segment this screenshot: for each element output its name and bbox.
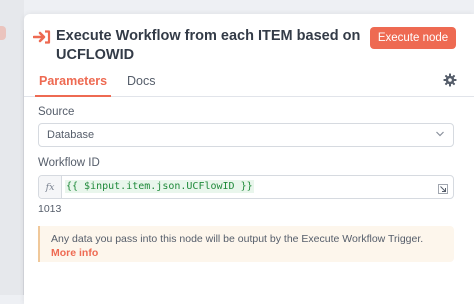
canvas-node-edge xyxy=(0,26,6,40)
node-title[interactable]: Execute Workflow from each ITEM based on… xyxy=(56,27,376,65)
tab-parameters[interactable]: Parameters xyxy=(35,72,112,97)
expression-result: 1013 xyxy=(38,203,62,215)
fx-badge: fx xyxy=(39,176,62,198)
notice-message: Any data you pass into this node will be… xyxy=(51,233,424,245)
execute-node-button[interactable]: Execute node xyxy=(370,27,456,49)
panel-tabs: Parameters Docs xyxy=(24,70,474,97)
gear-icon[interactable] xyxy=(443,73,457,87)
node-settings-panel: Execute Workflow from each ITEM based on… xyxy=(24,14,474,304)
workflow-id-expression-field[interactable]: fx {{ $input.item.json.UCFlowID }} xyxy=(38,175,454,199)
expand-icon[interactable] xyxy=(438,184,448,194)
chevron-down-icon xyxy=(436,131,444,137)
more-info-link[interactable]: More info xyxy=(51,247,98,259)
canvas-background-strip xyxy=(0,0,24,295)
info-notice: Any data you pass into this node will be… xyxy=(38,226,454,262)
workflow-id-label: Workflow ID xyxy=(38,157,100,169)
panel-header: Execute Workflow from each ITEM based on… xyxy=(24,14,474,70)
source-select[interactable]: Database xyxy=(38,123,454,147)
workflow-id-expression[interactable]: {{ $input.item.json.UCFlowID }} xyxy=(65,180,254,193)
source-select-value: Database xyxy=(47,129,95,141)
source-label: Source xyxy=(38,106,75,118)
sign-in-arrow-icon xyxy=(33,30,51,44)
tab-docs[interactable]: Docs xyxy=(127,72,155,94)
